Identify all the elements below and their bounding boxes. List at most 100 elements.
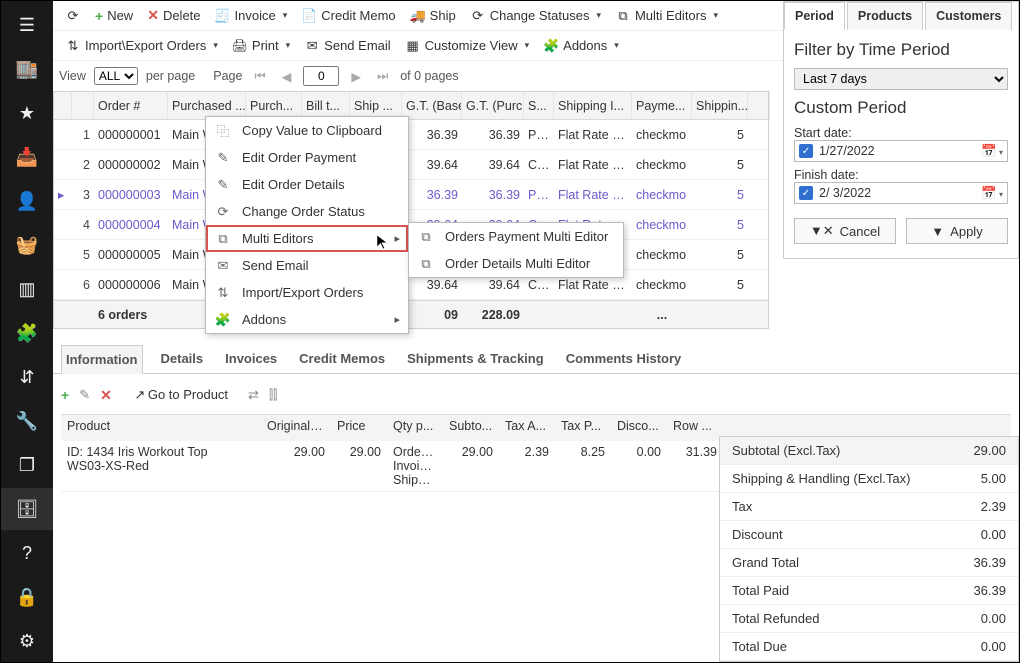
col-header[interactable]: Order # — [94, 92, 168, 119]
addons-button[interactable]: 🧩Addons — [537, 36, 625, 56]
basket-icon[interactable]: 🧺 — [1, 225, 53, 267]
vertical-nav: ☰🏬★📥👤🧺▥🧩⇵🔧❐🗄?🔒⚙ — [1, 1, 53, 662]
col-header[interactable]: Shipping I... — [554, 92, 632, 119]
cell: 36.39 — [402, 128, 462, 142]
col-header[interactable]: Tax P... — [555, 415, 611, 441]
col-header[interactable]: Qty p... — [387, 415, 443, 441]
table-row[interactable]: ▸3000000003Main Websit36.3936.39Pr...Fla… — [54, 180, 768, 210]
ship-button[interactable]: 🚚Ship — [404, 6, 462, 26]
subtab-details[interactable]: Details — [157, 345, 208, 373]
calendar-icon[interactable]: 📅 — [981, 186, 1003, 201]
col-header[interactable] — [748, 92, 770, 119]
changestatus-button[interactable]: ⟳Change Statuses — [464, 6, 607, 26]
product-add-button[interactable]: + — [61, 387, 69, 403]
start-date-input[interactable]: ✓ 1/27/2022 📅 — [794, 140, 1008, 162]
product-qty-cell: Ordered Invoiced Shipped — [387, 441, 443, 491]
cancel-button[interactable]: ▼✕Cancel — [794, 218, 896, 244]
col-header[interactable]: Disco... — [611, 415, 667, 441]
col-header[interactable] — [72, 92, 94, 119]
subtab-shipments-tracking[interactable]: Shipments & Tracking — [403, 345, 548, 373]
menu-item[interactable]: ⧉Multi Editors — [206, 225, 408, 252]
menu-item[interactable]: ⟳Change Order Status — [206, 198, 408, 225]
overlap-icon[interactable]: ❐ — [1, 444, 53, 486]
menu-item-label: Edit Order Payment — [242, 150, 356, 165]
pencil-icon: ✎ — [214, 150, 232, 166]
col-header[interactable]: G.T. (Base) — [402, 92, 462, 119]
new-button[interactable]: +New — [89, 6, 139, 26]
menu-item[interactable]: ⿻Copy Value to Clipboard — [206, 117, 408, 144]
subtab-information[interactable]: Information — [61, 345, 143, 374]
col-header[interactable]: Purch... — [246, 92, 302, 119]
customizeview-button[interactable]: ▦Customize View — [399, 36, 536, 56]
col-header[interactable]: Ship ... — [350, 92, 402, 119]
period-select[interactable]: Last 7 days — [794, 68, 1008, 90]
archive-icon[interactable]: 🗄 — [1, 488, 53, 530]
wrench-icon[interactable]: 🔧 — [1, 400, 53, 442]
col-header[interactable]: Row ... — [667, 415, 723, 441]
lock-icon[interactable]: 🔒 — [1, 576, 53, 618]
col-header[interactable]: Subto... — [443, 415, 499, 441]
pager-next-button[interactable]: ▶ — [347, 69, 365, 84]
col-header[interactable]: Original Pri... — [261, 415, 331, 441]
menu-item[interactable]: ⇅Import/Export Orders — [206, 279, 408, 306]
subtab-credit-memos[interactable]: Credit Memos — [295, 345, 389, 373]
tab-products[interactable]: Products — [847, 2, 923, 30]
col-header[interactable]: Tax A... — [499, 415, 555, 441]
col-header[interactable]: Bill t... — [302, 92, 350, 119]
help-icon[interactable]: ? — [1, 532, 53, 574]
col-header[interactable]: Payme... — [632, 92, 692, 119]
col-header[interactable]: Price — [331, 415, 387, 441]
menu-item[interactable]: ✎ Edit Order Payment — [206, 144, 408, 171]
subtab-comments-history[interactable]: Comments History — [562, 345, 686, 373]
pager-first-button[interactable]: ⏮ — [250, 69, 269, 84]
goto-product-button[interactable]: ↗Go to Product — [132, 387, 228, 403]
menu-item[interactable]: ✎Edit Order Details — [206, 171, 408, 198]
inbox-icon[interactable]: 📥 — [1, 137, 53, 179]
gear-icon[interactable]: ⚙ — [1, 620, 53, 662]
table-row[interactable]: 1000000001Main Websit...12/20/2...Veroni… — [54, 120, 768, 150]
star-icon[interactable]: ★ — [1, 93, 53, 135]
split-button[interactable]: ⫿⫿ — [269, 387, 277, 403]
puzzle-icon[interactable]: 🧩 — [1, 313, 53, 355]
tab-customers[interactable]: Customers — [925, 2, 1012, 30]
product-edit-button[interactable]: ✎ — [79, 387, 90, 403]
apply-button[interactable]: ▼Apply — [906, 218, 1008, 244]
person-icon[interactable]: 👤 — [1, 181, 53, 223]
pager-prev-button[interactable]: ◀ — [278, 69, 296, 84]
print-button[interactable]: 🖨Print — [226, 36, 296, 56]
col-header[interactable]: Purchased ... — [168, 92, 246, 119]
menu-item[interactable]: 🧩Addons — [206, 306, 408, 333]
invoice-button[interactable]: 🧾Invoice — [209, 6, 294, 26]
menu-item[interactable]: ✉Send Email — [206, 252, 408, 279]
chart-icon[interactable]: ▥ — [1, 269, 53, 311]
sendemail-button[interactable]: ✉Send Email — [298, 36, 396, 56]
col-header[interactable]: S... — [524, 92, 554, 119]
pager-last-button[interactable]: ⏭ — [373, 69, 392, 84]
columns-button[interactable]: ⇄ — [248, 387, 259, 403]
delete-button[interactable]: ✕Delete — [141, 5, 206, 26]
multieditors-button[interactable]: ⧉Multi Editors — [609, 6, 724, 26]
col-header[interactable]: Shippin... — [692, 92, 748, 119]
importexport-button[interactable]: ⇅Import\Export Orders — [59, 36, 224, 56]
creditmemo-button[interactable]: 📄Credit Memo — [295, 6, 401, 26]
col-header[interactable]: Product — [61, 415, 261, 441]
menu-item[interactable]: ⧉Order Details Multi Editor — [409, 250, 623, 277]
importexport-label: Import\Export Orders — [85, 38, 206, 53]
transfer-icon[interactable]: ⇵ — [1, 357, 53, 399]
calendar-icon[interactable]: 📅 — [981, 144, 1003, 159]
store-icon[interactable]: 🏬 — [1, 49, 53, 91]
pager-perpage-select[interactable]: ALL — [94, 67, 138, 85]
col-header[interactable]: G.T. (Purc... — [462, 92, 524, 119]
tab-period[interactable]: Period — [784, 2, 845, 30]
refresh-button[interactable]: ⟳ — [59, 6, 87, 26]
table-row[interactable]: 2000000002Main Websit...12/20/2...Veroni… — [54, 150, 768, 180]
col-header[interactable] — [54, 92, 72, 119]
subtab-invoices[interactable]: Invoices — [221, 345, 281, 373]
totals-value: 36.39 — [973, 555, 1006, 570]
menu-icon[interactable]: ☰ — [1, 5, 53, 47]
finish-date-input[interactable]: ✓ 2/ 3/2022 📅 — [794, 182, 1008, 204]
menu-item[interactable]: ⧉Orders Payment Multi Editor — [409, 223, 623, 250]
pager-page-input[interactable] — [303, 66, 339, 86]
product-delete-button[interactable]: ✕ — [100, 387, 112, 404]
totals-row: Tax2.39 — [720, 493, 1018, 521]
